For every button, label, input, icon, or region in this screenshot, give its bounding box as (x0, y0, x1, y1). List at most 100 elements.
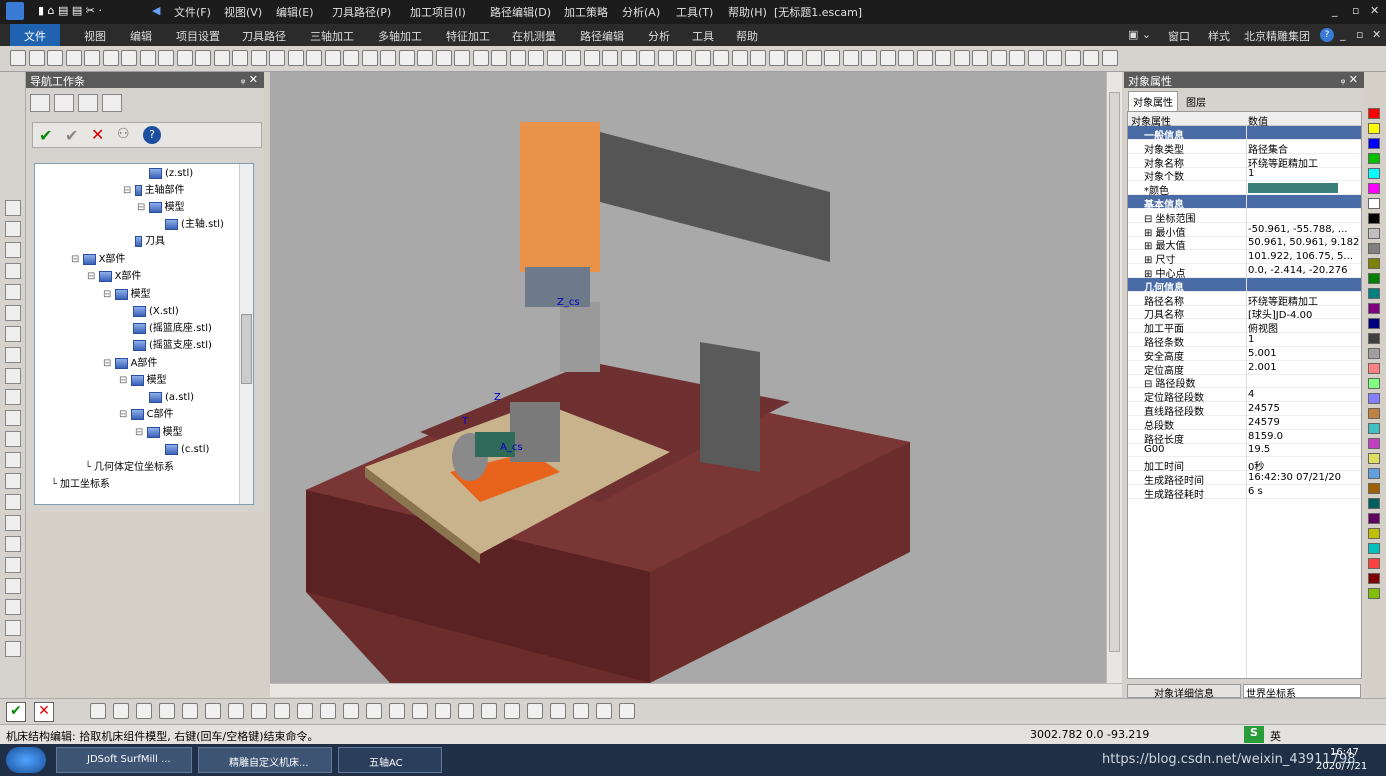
property-row[interactable]: 对象个数 1 (1128, 167, 1361, 183)
color-swatch[interactable] (1368, 198, 1380, 209)
color-swatch[interactable] (1368, 213, 1380, 224)
toolbar-button-icon[interactable] (731, 50, 748, 66)
viewport-vscrollbar[interactable] (1106, 72, 1122, 683)
toolbar-button-icon[interactable] (620, 50, 637, 66)
toolbar-button-icon[interactable] (602, 50, 618, 66)
color-swatch[interactable] (1368, 108, 1380, 119)
left-tool-icon[interactable] (5, 578, 21, 594)
color-swatch[interactable] (1368, 243, 1380, 254)
props-panel-pin-close[interactable]: ᵩ ✕ (1341, 73, 1358, 86)
color-swatch[interactable] (1368, 123, 1380, 134)
tab-edit[interactable]: 编辑 (130, 28, 152, 44)
toolbar-button-icon[interactable] (1083, 50, 1099, 66)
viewport-hscrollbar[interactable] (270, 683, 1122, 697)
minimize-button[interactable]: _ (1332, 4, 1338, 17)
left-tool-icon[interactable] (5, 326, 21, 342)
color-swatch[interactable] (1368, 513, 1380, 524)
property-row[interactable]: ⊟ 坐标范围 (1128, 209, 1361, 225)
toolbar-button-icon[interactable] (491, 50, 507, 66)
toolbar-button-icon[interactable] (435, 50, 452, 66)
bottom-tool-icon[interactable] (366, 703, 382, 719)
property-row[interactable]: 路径长度 8159.0 (1128, 430, 1361, 446)
company-menu[interactable]: 北京精雕集团 (1244, 28, 1310, 44)
property-row[interactable]: 定位高度 2.001 (1128, 361, 1361, 377)
color-swatch[interactable] (1368, 303, 1380, 314)
toolbar-button-icon[interactable] (898, 50, 914, 66)
property-row[interactable]: 路径名称 环绕等距精加工 (1128, 292, 1361, 308)
tab-measure[interactable]: 在机测量 (512, 28, 556, 44)
maximize-button[interactable]: ▫ (1352, 4, 1359, 17)
toolbar-button-icon[interactable] (472, 50, 489, 66)
toolbar-button-icon[interactable] (1064, 50, 1081, 66)
window-menu[interactable]: 窗口 (1168, 28, 1190, 44)
menu-toolpath[interactable]: 刀具路径(P) (332, 4, 391, 20)
tree-item[interactable]: ⊟ 模型 (135, 426, 183, 440)
toolbar-button-icon[interactable] (139, 50, 156, 66)
cancel-icon[interactable]: ✕ (34, 702, 54, 722)
toolbar-button-icon[interactable] (1046, 50, 1062, 66)
taskbar-item-folder[interactable]: 五轴AC (338, 747, 442, 773)
color-swatch[interactable] (1368, 258, 1380, 269)
left-tool-icon[interactable] (5, 515, 21, 531)
bottom-tool-icon[interactable] (320, 703, 336, 719)
tab-multiaxis[interactable]: 多轴加工 (378, 28, 422, 44)
chevron-left-icon[interactable]: ◀ (152, 4, 160, 17)
toolbar-button-icon[interactable] (750, 50, 766, 66)
toolbar-button-icon[interactable] (343, 50, 359, 66)
toolbar-button-icon[interactable] (121, 50, 137, 66)
left-tool-icon[interactable] (5, 557, 21, 573)
color-swatch[interactable] (1368, 423, 1380, 434)
confirm-icon[interactable]: ✔ (39, 126, 52, 145)
menu-path-edit[interactable]: 路径编辑(D) (490, 4, 551, 20)
nav-panel-pin-close[interactable]: ᵩ ✕ (241, 73, 258, 86)
property-row[interactable]: 总段数 24579 (1128, 416, 1361, 432)
tab-toolpath[interactable]: 刀具路径 (242, 28, 286, 44)
tool-view-icon[interactable] (78, 94, 98, 112)
ime-language[interactable]: 英 (1270, 728, 1281, 744)
property-row[interactable]: *颜色 (1128, 181, 1361, 197)
bottom-tool-icon[interactable] (205, 703, 221, 719)
bottom-tool-icon[interactable] (435, 703, 451, 719)
bottom-tool-icon[interactable] (573, 703, 589, 719)
color-swatch[interactable] (1368, 453, 1380, 464)
property-row[interactable]: 对象名称 环绕等距精加工 (1128, 154, 1361, 170)
tree-item[interactable]: (c.stl) (165, 443, 209, 457)
viewport-vscroll-thumb[interactable] (1109, 92, 1120, 652)
left-tool-icon[interactable] (5, 641, 21, 657)
left-tool-icon[interactable] (5, 410, 21, 426)
toolbar-button-icon[interactable] (509, 50, 526, 66)
left-tool-icon[interactable] (5, 620, 21, 636)
color-swatch[interactable] (1368, 363, 1380, 374)
toolbar-button-icon[interactable] (232, 50, 248, 66)
property-row[interactable]: ⊞ 最大值 50.961, 50.961, 9.182 (1128, 236, 1361, 252)
tree-item[interactable]: ⊟ A部件 (103, 357, 157, 371)
tab-feature[interactable]: 特征加工 (446, 28, 490, 44)
left-tool-icon[interactable] (5, 263, 21, 279)
property-row[interactable]: 一般信息 (1128, 126, 1361, 142)
toolbar-button-icon[interactable] (805, 50, 822, 66)
property-row[interactable]: 刀具名称 [球头]JD-4.00 (1128, 305, 1361, 321)
left-tool-icon[interactable] (5, 494, 21, 510)
menu-edit[interactable]: 编辑(E) (276, 4, 314, 20)
toolbar-button-icon[interactable] (195, 50, 211, 66)
toolbar-button-icon[interactable] (454, 50, 470, 66)
color-swatch[interactable] (1368, 333, 1380, 344)
toolbar-button-icon[interactable] (657, 50, 674, 66)
toolbar-button-icon[interactable] (972, 50, 988, 66)
color-swatch[interactable] (1368, 153, 1380, 164)
toolbar-button-icon[interactable] (639, 50, 655, 66)
tree-scroll-thumb[interactable] (241, 314, 252, 384)
toolbar-button-icon[interactable] (102, 50, 119, 66)
bottom-tool-icon[interactable] (228, 703, 244, 719)
bottom-tool-icon[interactable] (159, 703, 175, 719)
toolbar-button-icon[interactable] (861, 50, 877, 66)
toolbar-button-icon[interactable] (953, 50, 970, 66)
left-tool-icon[interactable] (5, 347, 21, 363)
left-tool-icon[interactable] (5, 368, 21, 384)
tree-scrollbar[interactable] (239, 164, 253, 504)
close-button[interactable]: ✕ (1370, 4, 1379, 17)
toolbar-button-icon[interactable] (694, 50, 711, 66)
bottom-tool-icon[interactable] (481, 703, 497, 719)
color-swatch[interactable] (1368, 483, 1380, 494)
menu-tools[interactable]: 工具(T) (676, 4, 713, 20)
